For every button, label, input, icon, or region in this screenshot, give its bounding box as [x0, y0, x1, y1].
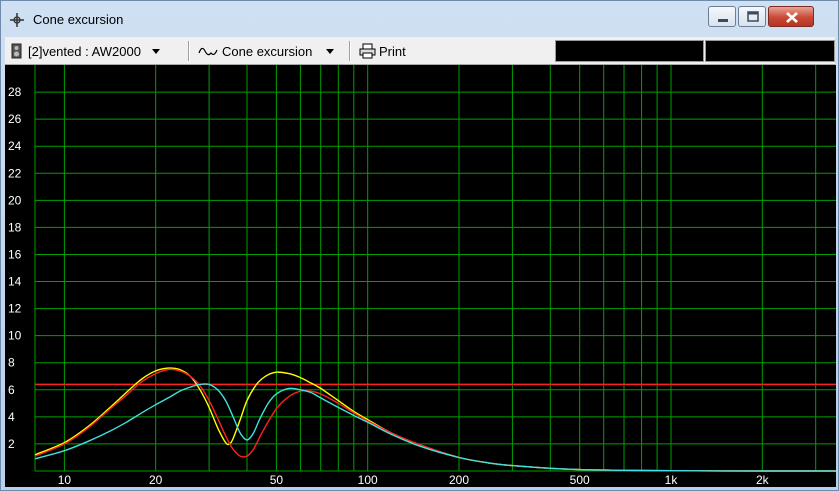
excursion-curve	[34, 367, 836, 472]
window-title: Cone excursion	[33, 12, 124, 27]
status-panel-right	[705, 40, 835, 62]
box-selector-label: [2]vented : AW2000	[28, 43, 141, 59]
status-panel-left	[555, 40, 704, 62]
toolbar: [2]vented : AW2000 Cone excursion Print	[5, 37, 835, 65]
printer-icon	[359, 43, 376, 59]
chevron-down-icon	[326, 49, 335, 54]
x-tick-label: 20	[149, 473, 163, 487]
y-tick-label: 10	[8, 329, 22, 343]
x-tick-label: 2k	[756, 473, 770, 487]
x-tick-label: 500	[570, 473, 590, 487]
title-bar[interactable]: Cone excursion	[1, 1, 838, 37]
y-tick-label: 24	[8, 139, 22, 153]
y-tick-label: 4	[8, 410, 15, 424]
x-tick-label: 100	[358, 473, 378, 487]
x-tick-label: 50	[270, 473, 284, 487]
y-tick-label: 14	[8, 275, 22, 289]
minimize-button[interactable]	[708, 6, 736, 27]
y-tick-label: 26	[8, 112, 22, 126]
toolbar-separator	[188, 41, 190, 61]
y-tick-label: 16	[8, 247, 22, 261]
y-tick-label: 12	[8, 302, 22, 316]
close-button[interactable]	[768, 6, 814, 27]
maximize-icon	[747, 11, 759, 22]
toolbar-separator	[349, 41, 351, 61]
x-tick-label: 10	[58, 473, 72, 487]
cone-excursion-window: Cone excursion [2]vented: AW2000 Cone e…	[0, 0, 839, 491]
chart-canvas: 24681012141618202224262810 20 50 100 200 500 1…	[8, 65, 836, 487]
y-tick-label: 22	[8, 166, 22, 180]
box-selector[interactable]: [2]vented : AW2000	[11, 41, 163, 61]
close-icon	[786, 12, 798, 23]
waveform-icon	[198, 47, 218, 56]
excursion-chart[interactable]: 2 4 6 8 10 12 14 16 18 20 22 24 26 28 10 20 50 100 200 500 1…	[5, 65, 836, 487]
excursion-curve	[34, 383, 836, 472]
graph-selector-label: Cone excursion	[222, 43, 313, 59]
graph-selector[interactable]: Cone excursion	[198, 41, 337, 61]
y-tick-label: 6	[8, 383, 15, 397]
x-tick-label: 200	[449, 473, 469, 487]
minimize-icon	[718, 19, 728, 22]
y-tick-label: 18	[8, 220, 22, 234]
speaker-box-icon	[11, 43, 22, 59]
print-label: Print	[379, 43, 406, 59]
crosshair-icon	[10, 13, 24, 27]
y-tick-label: 8	[8, 356, 15, 370]
maximize-button[interactable]	[738, 6, 766, 27]
chevron-down-icon	[151, 49, 160, 54]
print-button[interactable]: Print	[359, 41, 406, 61]
y-tick-label: 28	[8, 85, 22, 99]
y-tick-label: 2	[8, 437, 15, 451]
x-tick-label: 1k	[665, 473, 679, 487]
y-tick-label: 20	[8, 193, 22, 207]
